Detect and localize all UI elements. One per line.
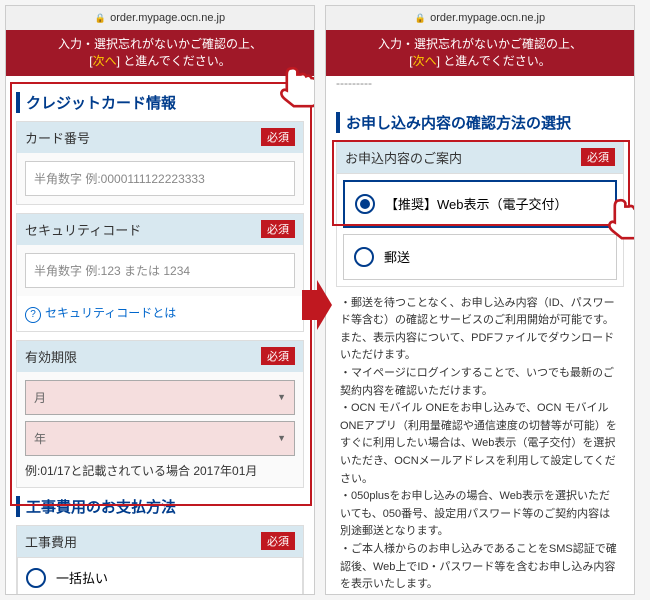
transition-arrow-icon xyxy=(302,280,332,330)
field-expiry: 有効期限 必須 月 年 例:01/17と記載されている場合 2017年01月 xyxy=(16,340,304,488)
label-security-code: セキュリティコード xyxy=(25,220,141,239)
select-expiry-month[interactable]: 月 xyxy=(25,380,295,415)
label-fee: 工事費用 xyxy=(25,532,77,551)
label-expiry: 有効期限 xyxy=(25,347,77,366)
required-badge: 必須 xyxy=(581,148,615,166)
pointer-icon xyxy=(606,196,635,240)
label-guide: お申込内容のご案内 xyxy=(345,148,462,167)
required-badge: 必須 xyxy=(261,220,295,238)
pointer-icon xyxy=(278,64,315,108)
section-title-confirm-method: お申し込み内容の確認方法の選択 xyxy=(336,112,624,133)
expiry-example: 例:01/17と記載されている場合 2017年01月 xyxy=(25,462,295,479)
info-text-block: ・郵送を待つことなく、お申し込み内容（ID、パスワード等含む）の確認とサービスの… xyxy=(336,295,624,594)
field-construction-fee: 工事費用必須 一括払い 分割払い xyxy=(16,525,304,595)
url-bar: order.mypage.ocn.ne.jp xyxy=(326,6,634,30)
field-card-number: カード番号 必須 半角数字 例:0000111122223333 xyxy=(16,121,304,205)
field-security-code: セキュリティコード 必須 半角数字 例:123 または 1234 セキュリティコー… xyxy=(16,213,304,332)
required-badge: 必須 xyxy=(261,128,295,146)
radio-postal-mail[interactable]: 郵送 xyxy=(346,237,614,277)
truncated-content: --------- xyxy=(326,76,634,96)
left-mobile-screen: order.mypage.ocn.ne.jp 入力・選択忘れがないかご確認の上、… xyxy=(5,5,315,595)
label-card-number: カード番号 xyxy=(25,128,90,147)
help-link-security-code[interactable]: セキュリティコードとは xyxy=(17,296,303,331)
select-expiry-year[interactable]: 年 xyxy=(25,421,295,456)
radio-web-display[interactable]: 【推奨】Web表示（電子交付） xyxy=(347,184,613,224)
instruction-banner: 入力・選択忘れがないかご確認の上、 [次へ] と進んでください。 xyxy=(326,30,634,76)
section-title-cc: クレジットカード情報 xyxy=(16,92,304,113)
section-title-payment: 工事費用のお支払方法 xyxy=(16,496,304,517)
radio-lump-sum[interactable]: 一括払い xyxy=(18,558,302,595)
required-badge: 必須 xyxy=(261,347,295,365)
instruction-banner: 入力・選択忘れがないかご確認の上、 [次へ] と進んでください。 xyxy=(6,30,314,76)
right-mobile-screen: order.mypage.ocn.ne.jp 入力・選択忘れがないかご確認の上、… xyxy=(325,5,635,595)
required-badge: 必須 xyxy=(261,532,295,550)
url-bar: order.mypage.ocn.ne.jp xyxy=(6,6,314,30)
input-security-code[interactable]: 半角数字 例:123 または 1234 xyxy=(25,253,295,288)
input-card-number[interactable]: 半角数字 例:0000111122223333 xyxy=(25,161,295,196)
